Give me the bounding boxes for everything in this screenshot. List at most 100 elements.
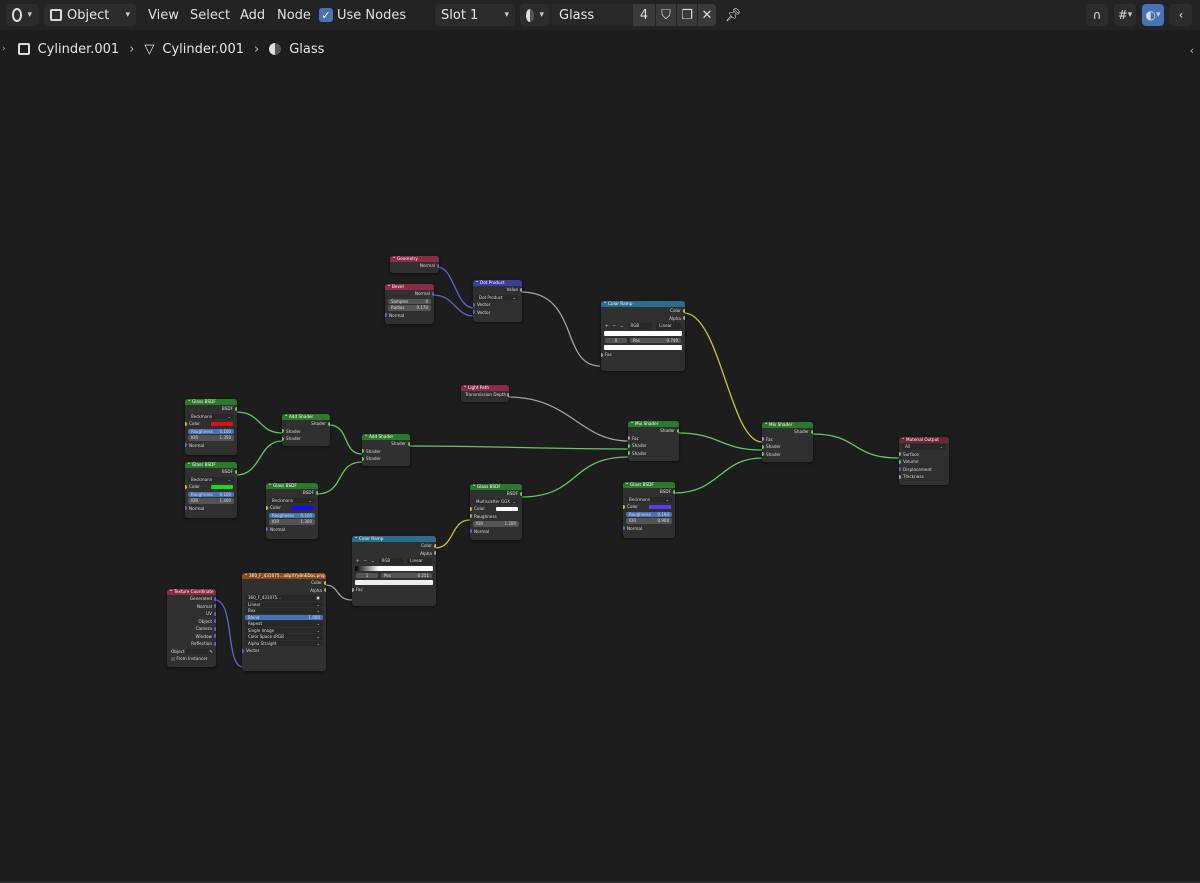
input-socket[interactable] (762, 437, 764, 442)
color-ramp-bar[interactable] (604, 330, 682, 336)
output-socket[interactable] (683, 308, 685, 313)
stop-index-field[interactable]: 1 (356, 572, 378, 578)
stop-color-swatch[interactable] (355, 580, 433, 585)
color-swatch[interactable] (649, 504, 671, 509)
output-socket[interactable] (437, 263, 439, 268)
input-socket[interactable] (628, 443, 630, 448)
input-socket[interactable] (185, 506, 187, 511)
eyedropper-icon[interactable]: ✎ (209, 649, 213, 654)
ior-field[interactable]: IOR 1.400 (188, 498, 234, 504)
color-mode-dropdown[interactable]: RGB (627, 323, 653, 329)
glass-bsdf-node-2[interactable]: Glass BSDF BSDF Beckmann⌄ Color Roughnes… (185, 462, 237, 518)
color-swatch[interactable] (496, 506, 518, 511)
image-texture-node[interactable]: 360_F_431075...a8pXYy8nEDoc.png Color Al… (242, 573, 326, 671)
position-field[interactable]: Pos 0.251 (381, 572, 432, 578)
ior-field[interactable]: IOR 1.300 (269, 519, 315, 525)
object-field[interactable] (185, 649, 208, 654)
add-shader-node-2[interactable]: Add Shader Shader Shader Shader (362, 434, 410, 466)
output-socket[interactable] (214, 641, 216, 646)
output-socket[interactable] (434, 543, 436, 548)
ior-field[interactable]: IOR 0.900 (626, 518, 672, 524)
light-path-node[interactable]: Light Path Transmission Depth (461, 385, 509, 402)
material-name-field[interactable]: Glass (551, 4, 633, 26)
interpolation-dropdown[interactable]: Linear ⌄ (245, 601, 323, 607)
input-socket[interactable] (362, 449, 364, 454)
color-swatch[interactable] (211, 421, 233, 426)
stop-index-field[interactable]: 0 (605, 337, 627, 343)
output-socket[interactable] (316, 490, 318, 495)
roughness-field[interactable]: Roughness 0.100 (188, 428, 234, 434)
glass-bsdf-node-3[interactable]: Glass BSDF BSDF Beckmann⌄ Color Roughnes… (266, 483, 318, 539)
distribution-dropdown[interactable]: Beckmann ⌄ (188, 413, 234, 419)
material-browse-button[interactable]: ▾ (520, 4, 550, 26)
input-socket[interactable] (352, 587, 354, 592)
output-socket[interactable] (214, 634, 216, 639)
input-socket[interactable] (628, 451, 630, 456)
snap-button[interactable]: ∩ (1086, 4, 1108, 26)
checkbox-icon[interactable] (171, 657, 175, 661)
chevron-down-icon[interactable]: ⌄ (620, 322, 624, 330)
roughness-field[interactable]: Roughness 0.194 (626, 511, 672, 517)
new-material-button[interactable]: ❐ (677, 4, 697, 26)
add-shader-node-1[interactable]: Add Shader Shader Shader Shader (282, 414, 330, 446)
unlink-button[interactable]: ✕ (698, 4, 716, 26)
input-socket[interactable] (899, 459, 901, 464)
input-socket[interactable] (899, 467, 901, 472)
chevron-down-icon[interactable]: ⌄ (371, 557, 375, 565)
object-picker[interactable]: Object ✎ (167, 648, 216, 656)
interpolation-dropdown[interactable]: Linear (407, 558, 433, 564)
roughness-field[interactable]: Roughness 0.100 (269, 512, 315, 518)
output-socket[interactable] (408, 441, 410, 446)
slot-dropdown[interactable]: Slot 1 ▾ (435, 4, 515, 26)
texture-coordinate-node[interactable]: Texture Coordinate Generated Normal UV O… (167, 589, 216, 667)
plus-icon[interactable]: + (356, 557, 360, 565)
output-socket[interactable] (432, 291, 434, 296)
input-socket[interactable] (282, 429, 284, 434)
geometry-node[interactable]: Geometry Normal (390, 256, 439, 273)
node-canvas[interactable]: Geometry Normal Bevel Normal Samples4 Ra… (0, 60, 1200, 883)
input-socket[interactable] (899, 452, 901, 457)
minus-icon[interactable]: − (613, 322, 617, 330)
source-dropdown[interactable]: Single Image ⌄ (245, 627, 323, 633)
color-swatch[interactable] (211, 484, 233, 489)
input-socket[interactable] (282, 436, 284, 441)
mix-shader-node-1[interactable]: Mix Shader Shader Fac Shader Shader (628, 421, 679, 461)
ior-field[interactable]: IOR 1.350 (188, 435, 234, 441)
output-socket[interactable] (683, 316, 685, 321)
input-socket[interactable] (470, 514, 472, 519)
glass-bsdf-node-4[interactable]: Glass BSDF BSDF Multiscatter GGX⌄ Color … (470, 484, 522, 540)
material-output-node[interactable]: Material Output All ⌄ Surface Volume Disp… (899, 437, 949, 485)
output-socket[interactable] (214, 604, 216, 609)
input-socket[interactable] (385, 313, 387, 318)
output-socket[interactable] (214, 611, 216, 616)
input-socket[interactable] (628, 436, 630, 441)
plus-icon[interactable]: + (605, 322, 609, 330)
extension-dropdown[interactable]: Repeat ⌄ (245, 621, 323, 627)
input-socket[interactable] (266, 527, 268, 532)
input-socket[interactable] (473, 310, 475, 315)
menu-view[interactable]: View (148, 4, 179, 26)
input-socket[interactable] (242, 648, 244, 653)
input-socket[interactable] (473, 302, 475, 307)
roughness-field[interactable]: Roughness 0.100 (188, 491, 234, 497)
color-ramp-bar[interactable] (355, 565, 433, 571)
color-mode-dropdown[interactable]: RGB (378, 558, 404, 564)
bevel-node[interactable]: Bevel Normal Samples4 Radius0.170 Normal (385, 284, 434, 324)
input-socket[interactable] (623, 504, 625, 509)
fake-user-button[interactable]: ⛉ (656, 4, 676, 26)
mode-dropdown[interactable]: Object ▾ (44, 4, 136, 26)
input-socket[interactable] (266, 505, 268, 510)
from-instancer-checkbox[interactable]: From Instancer (167, 655, 216, 663)
position-field[interactable]: Pos 0.740 (630, 337, 681, 343)
projection-dropdown[interactable]: Box ⌄ (245, 608, 323, 614)
input-socket[interactable] (601, 352, 603, 357)
color-swatch[interactable] (292, 505, 314, 510)
editor-type-dropdown[interactable]: ▾ (6, 4, 38, 26)
output-socket[interactable] (673, 489, 675, 494)
stop-color-swatch[interactable] (604, 345, 682, 350)
output-socket[interactable] (324, 588, 326, 593)
color-ramp-node-2[interactable]: Color Ramp Color Alpha +−⌄ RGB Linear 1 … (352, 536, 436, 606)
operation-dropdown[interactable]: Dot Product ⌄ (476, 294, 519, 300)
output-socket[interactable] (434, 551, 436, 556)
output-socket[interactable] (214, 619, 216, 624)
